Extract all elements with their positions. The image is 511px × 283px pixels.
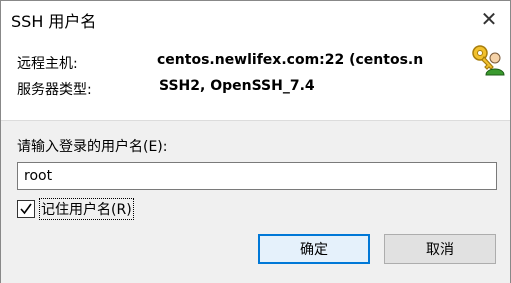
remember-username-label[interactable]: 记住用户名(R) bbox=[39, 198, 134, 220]
host-value: centos.newlifex.com:22 (centos.n bbox=[157, 52, 424, 68]
username-label: 请输入登录的用户名(E): bbox=[17, 139, 168, 155]
ssh-username-dialog: SSH 用户名 ✕ 远程主机: centos.newlifex.com:22 (… bbox=[0, 0, 511, 283]
server-type-value: SSH2, OpenSSH_7.4 bbox=[159, 78, 315, 94]
server-type-label: 服务器类型: bbox=[17, 82, 92, 98]
key-user-icon bbox=[472, 45, 505, 76]
info-panel: 远程主机: centos.newlifex.com:22 (centos.n 服… bbox=[1, 37, 510, 129]
username-input[interactable] bbox=[17, 162, 497, 190]
check-icon bbox=[20, 203, 32, 215]
window-title: SSH 用户名 bbox=[11, 12, 97, 31]
title-bar[interactable]: SSH 用户名 ✕ bbox=[1, 1, 510, 37]
cancel-button[interactable]: 取消 bbox=[384, 234, 496, 264]
remember-username-checkbox[interactable]: 记住用户名(R) bbox=[17, 198, 134, 220]
ok-button[interactable]: 确定 bbox=[258, 234, 370, 264]
close-icon: ✕ bbox=[480, 7, 498, 31]
checkbox-box[interactable] bbox=[17, 200, 35, 218]
close-button[interactable]: ✕ bbox=[474, 4, 504, 34]
host-label: 远程主机: bbox=[17, 56, 78, 72]
